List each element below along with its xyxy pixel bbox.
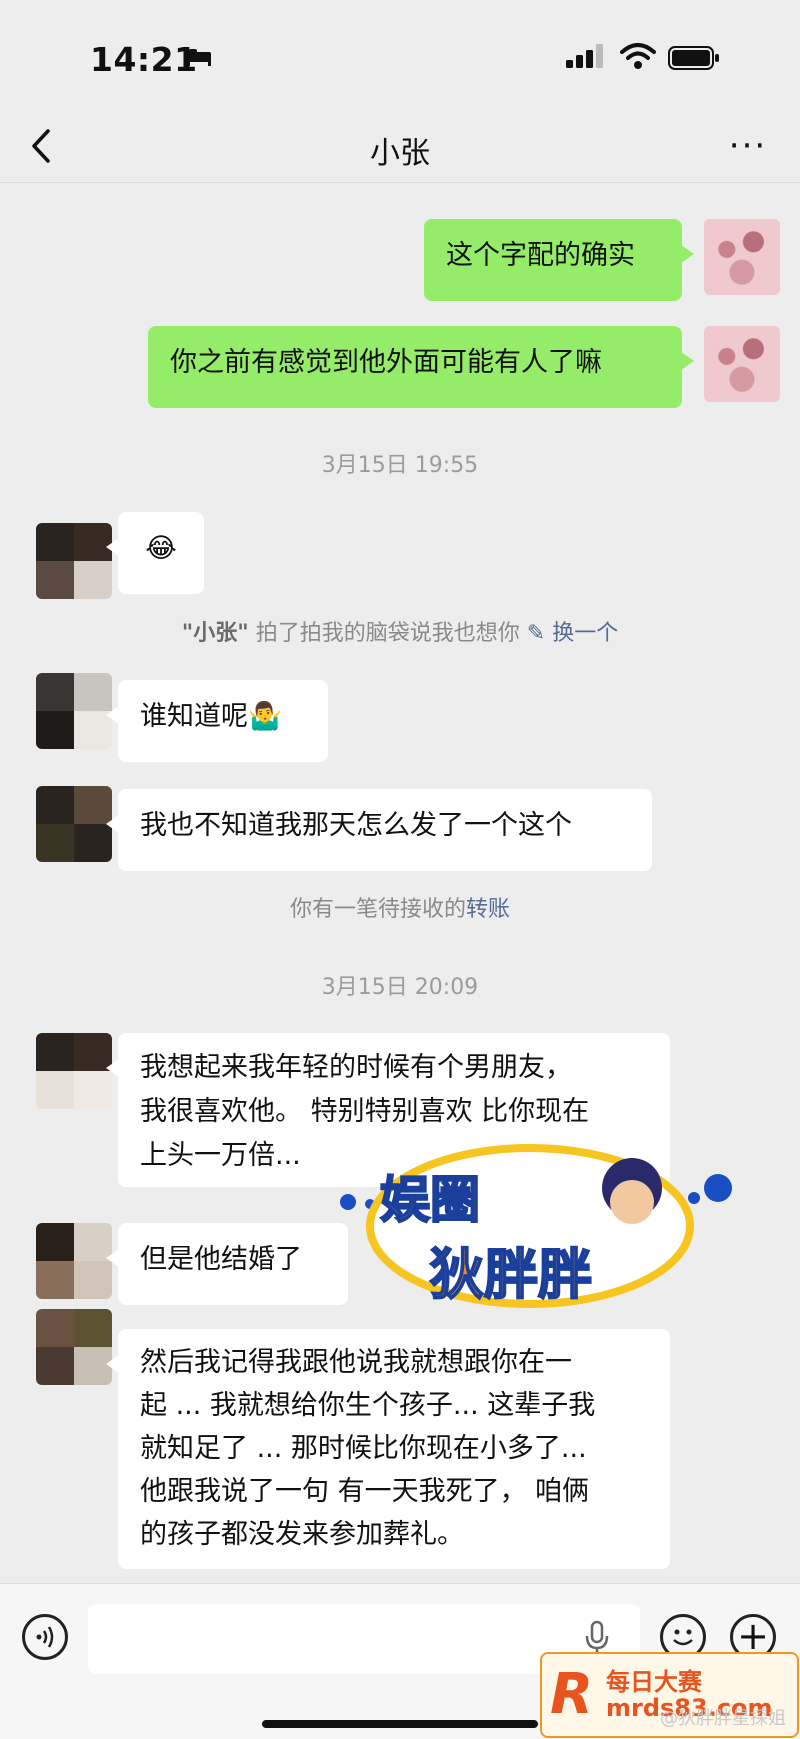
pat-name: "小张"	[181, 621, 249, 646]
message-list[interactable]: 这个字配的确实 你之前有感觉到他外面可能有人了嘛 3月15日 19:55 😂 "…	[0, 183, 800, 1583]
status-bar: 14:21	[0, 0, 800, 110]
badge-line1: 每日大赛	[606, 1668, 702, 1696]
cellular-signal-icon	[566, 44, 603, 68]
avatar-contact[interactable]	[36, 673, 112, 749]
pat-notice: "小张" 拍了拍我的脑袋说我也想你 ✎ 换一个	[0, 615, 800, 647]
transfer-link[interactable]: 转账	[466, 897, 510, 922]
chat-title: 小张	[370, 136, 430, 171]
message-bubble-received[interactable]: 我也不知道我那天怎么发了一个这个	[106, 789, 652, 871]
weibo-watermark: @狄胖胖星探姐	[660, 1708, 786, 1729]
timestamp: 3月15日 19:55	[321, 453, 479, 478]
home-indicator[interactable]	[262, 1720, 538, 1728]
pat-change-link[interactable]: ✎ 换一个	[527, 621, 618, 646]
sleep-focus-icon	[187, 49, 211, 66]
avatar-contact[interactable]	[36, 523, 112, 599]
message-bubble-received[interactable]: 谁知道呢🤷‍♂️	[106, 680, 328, 762]
more-options-icon[interactable]: ···	[728, 126, 768, 166]
avatar-self[interactable]	[704, 326, 780, 402]
sticker-line1: 娱圈	[379, 1170, 481, 1230]
battery-icon	[668, 46, 719, 70]
avatar-contact[interactable]	[36, 1309, 112, 1385]
avatar-contact[interactable]	[36, 786, 112, 862]
avatar-contact[interactable]	[36, 1223, 112, 1299]
message-bubble-sent[interactable]: 你之前有感觉到他外面可能有人了嘛	[148, 326, 694, 408]
avatar-self[interactable]	[704, 219, 780, 295]
sticker-line2: 狄胖胖	[429, 1242, 593, 1307]
message-bubble-received[interactable]: 然后我记得我跟他说我就想跟你在一 起 ... 我就想给你生个孩子... 这辈子我…	[106, 1329, 670, 1569]
avatar-contact[interactable]	[36, 1033, 112, 1109]
message-bubble-received[interactable]: 但是他结婚了	[106, 1223, 348, 1305]
timestamp: 3月15日 20:09	[321, 975, 479, 1000]
pat-change-label[interactable]: 换一个	[552, 621, 618, 646]
badge-logo-icon: R	[550, 1662, 594, 1727]
transfer-notice: 你有一笔待接收的转账	[0, 891, 800, 923]
chat-header: 小张 ···	[0, 110, 800, 183]
pat-action: 拍了拍我的脑袋说我也想你	[255, 621, 520, 646]
voice-input-icon[interactable]	[22, 1614, 68, 1660]
status-time: 14:21	[90, 40, 198, 79]
message-bubble-received[interactable]: 😂	[106, 512, 204, 594]
sticker-watermark: 娱圈 狄胖胖	[340, 1140, 740, 1320]
wifi-icon	[620, 43, 656, 69]
microphone-icon[interactable]	[584, 1620, 610, 1656]
message-bubble-sent[interactable]: 这个字配的确实	[424, 219, 694, 301]
transfer-notice-text: 你有一笔待接收的	[289, 897, 466, 922]
